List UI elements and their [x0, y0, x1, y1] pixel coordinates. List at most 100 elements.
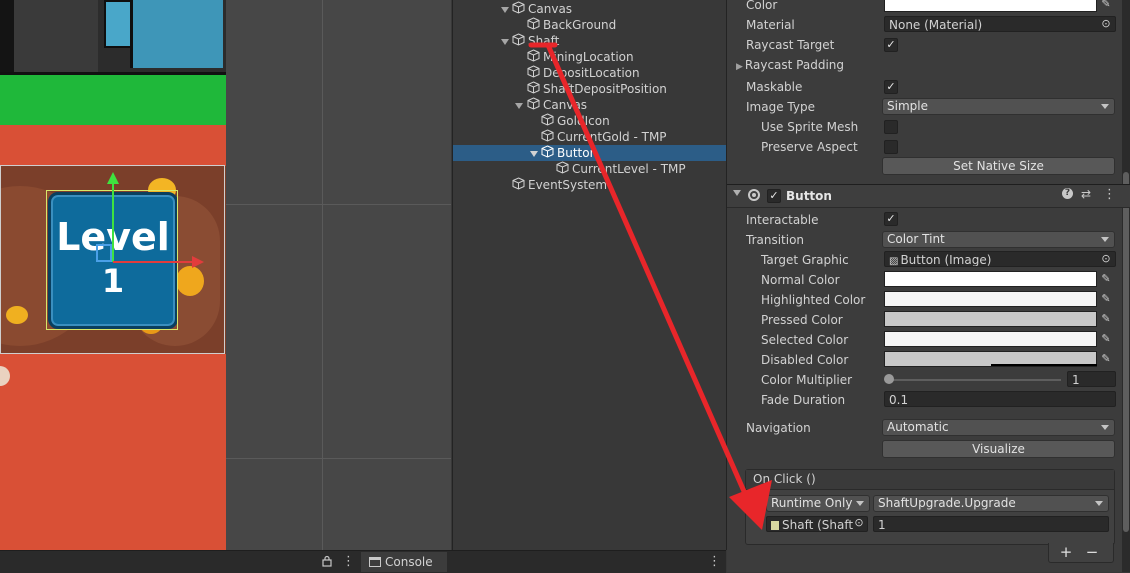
hierarchy-panel: Canvas BackGround Shaft MiningLocation D… — [452, 0, 727, 550]
disabled-color-field[interactable] — [884, 351, 1097, 367]
component-enabled-checkbox[interactable]: ✓ — [767, 189, 781, 203]
help-icon[interactable]: ? — [1062, 188, 1073, 199]
transition-dropdown[interactable]: Color Tint — [882, 231, 1115, 248]
set-native-size-button[interactable]: Set Native Size — [882, 157, 1115, 175]
chevron-down-icon — [1101, 237, 1109, 242]
maskable-checkbox[interactable]: ✓ — [884, 80, 898, 94]
hierarchy-item-shaftdepositposition[interactable]: ShaftDepositPosition — [527, 81, 667, 97]
button-component-header[interactable]: ✓ Button ? ⇄ ⋮ — [727, 184, 1130, 208]
hierarchy-item-eventsystem[interactable]: EventSystem — [512, 177, 607, 193]
selected-color-label: Selected Color — [761, 333, 849, 347]
selected-color-field[interactable] — [884, 331, 1097, 347]
image-type-dropdown[interactable]: Simple — [882, 98, 1115, 115]
image-type-value: Simple — [887, 99, 928, 113]
object-picker-icon[interactable]: ⊙ — [1099, 252, 1113, 266]
interactable-checkbox[interactable]: ✓ — [884, 212, 898, 226]
scene-view[interactable]: Level 1 — [0, 0, 451, 550]
raycast-padding-label[interactable]: ▶ Raycast Padding — [736, 57, 844, 75]
eyedropper-icon[interactable]: ✎ — [1099, 0, 1113, 11]
onclick-event-box: On Click () Runtime Only ShaftUpgrade.Up… — [745, 469, 1115, 545]
material-label: Material — [746, 18, 795, 32]
hierarchy-item-shaft[interactable]: Shaft — [512, 33, 559, 49]
list-buttons: + − — [1048, 543, 1114, 563]
gameobject-icon — [512, 33, 525, 50]
transition-value: Color Tint — [887, 232, 945, 246]
chevron-down-icon — [856, 501, 864, 506]
foldout-arrow-icon: ▶ — [736, 62, 743, 72]
lock-icon[interactable] — [322, 555, 332, 567]
item-label: Shaft — [528, 34, 560, 48]
eyedropper-icon[interactable]: ✎ — [1099, 292, 1113, 306]
object-picker-icon[interactable]: ⊙ — [852, 516, 866, 530]
runtime-mode-dropdown[interactable]: Runtime Only — [766, 495, 870, 512]
fade-duration-input[interactable]: 0.1 — [884, 391, 1116, 407]
presets-icon[interactable]: ⇄ — [1081, 187, 1091, 201]
kebab-menu-icon-right[interactable]: ⋮ — [708, 554, 721, 569]
highlighted-color-field[interactable] — [884, 291, 1097, 307]
maskable-label: Maskable — [746, 80, 803, 94]
hierarchy-item-background[interactable]: BackGround — [527, 17, 616, 33]
eyedropper-icon[interactable]: ✎ — [1099, 332, 1113, 346]
game-canvas: Level 1 — [0, 0, 226, 550]
expand-arrow-icon[interactable] — [501, 7, 509, 13]
expand-arrow-icon[interactable] — [530, 151, 538, 157]
pressed-color-field[interactable] — [884, 311, 1097, 327]
remove-listener-button[interactable]: − — [1083, 543, 1101, 561]
color-multiplier-slider-track[interactable] — [887, 379, 1061, 381]
raycast-target-checkbox[interactable]: ✓ — [884, 38, 898, 52]
normal-color-label: Normal Color — [761, 273, 840, 287]
preserve-aspect-label: Preserve Aspect — [761, 140, 858, 154]
use-sprite-mesh-checkbox[interactable] — [884, 120, 898, 134]
kebab-menu-icon[interactable]: ⋮ — [342, 554, 355, 569]
navigation-label: Navigation — [746, 421, 811, 435]
item-label: EventSystem — [528, 178, 608, 192]
eyedropper-icon[interactable]: ✎ — [1099, 352, 1113, 366]
collapse-arrow-icon[interactable] — [733, 190, 741, 196]
grass-strip — [0, 72, 226, 125]
eyedropper-icon[interactable]: ✎ — [1099, 272, 1113, 286]
argument-input[interactable]: 1 — [873, 516, 1109, 532]
gameobject-icon — [527, 49, 540, 66]
hierarchy-item-depositlocation[interactable]: DepositLocation — [527, 65, 640, 81]
hierarchy-item-canvas[interactable]: Canvas — [512, 1, 572, 17]
target-object-value: Shaft (Shaft — [782, 518, 854, 532]
gameobject-icon — [512, 1, 525, 18]
color-multiplier-input[interactable]: 1 — [1067, 371, 1116, 387]
normal-color-field[interactable] — [884, 271, 1097, 287]
target-graphic-field[interactable]: ▨ Button (Image) — [884, 251, 1116, 267]
object-picker-icon[interactable]: ⊙ — [1099, 17, 1113, 31]
function-dropdown[interactable]: ShaftUpgrade.Upgrade — [873, 495, 1109, 512]
navigation-dropdown[interactable]: Automatic — [882, 419, 1115, 436]
expand-arrow-icon[interactable] — [515, 103, 523, 109]
hierarchy-item-goldicon[interactable]: GoldIcon — [541, 113, 610, 129]
hierarchy-item-button[interactable]: Button — [541, 145, 597, 161]
add-listener-button[interactable]: + — [1057, 543, 1075, 561]
tab-console[interactable]: Console — [361, 552, 447, 572]
onclick-title: On Click () — [753, 472, 816, 486]
preserve-aspect-checkbox[interactable] — [884, 140, 898, 154]
kebab-menu-icon[interactable]: ⋮ — [1103, 187, 1116, 202]
target-graphic-label: Target Graphic — [761, 253, 849, 267]
component-icon — [748, 189, 760, 201]
move-gizmo[interactable] — [88, 172, 208, 292]
target-graphic-value: Button (Image) — [900, 253, 992, 267]
item-label: BackGround — [543, 18, 617, 32]
expand-arrow-icon[interactable] — [501, 39, 509, 45]
gameobject-icon — [556, 161, 569, 178]
scrollbar-thumb[interactable] — [1123, 172, 1129, 532]
image-type-label: Image Type — [746, 100, 815, 114]
material-field[interactable]: None (Material) — [884, 16, 1116, 32]
use-sprite-mesh-label: Use Sprite Mesh — [761, 120, 859, 134]
item-label: MiningLocation — [543, 50, 634, 64]
hierarchy-item-currentgold[interactable]: CurrentGold - TMP — [541, 129, 667, 145]
eyedropper-icon[interactable]: ✎ — [1099, 312, 1113, 326]
item-label: Canvas — [528, 2, 573, 16]
runtime-mode-value: Runtime Only — [771, 496, 853, 510]
item-label: Button — [557, 146, 598, 160]
visualize-button[interactable]: Visualize — [882, 440, 1115, 458]
hierarchy-item-currentlevel[interactable]: CurrentLevel - TMP — [556, 161, 686, 177]
color-field[interactable] — [884, 0, 1097, 12]
hierarchy-item-mininglocation[interactable]: MiningLocation — [527, 49, 634, 65]
color-multiplier-slider-handle[interactable] — [884, 374, 894, 384]
hierarchy-item-canvas-child[interactable]: Canvas — [527, 97, 587, 113]
